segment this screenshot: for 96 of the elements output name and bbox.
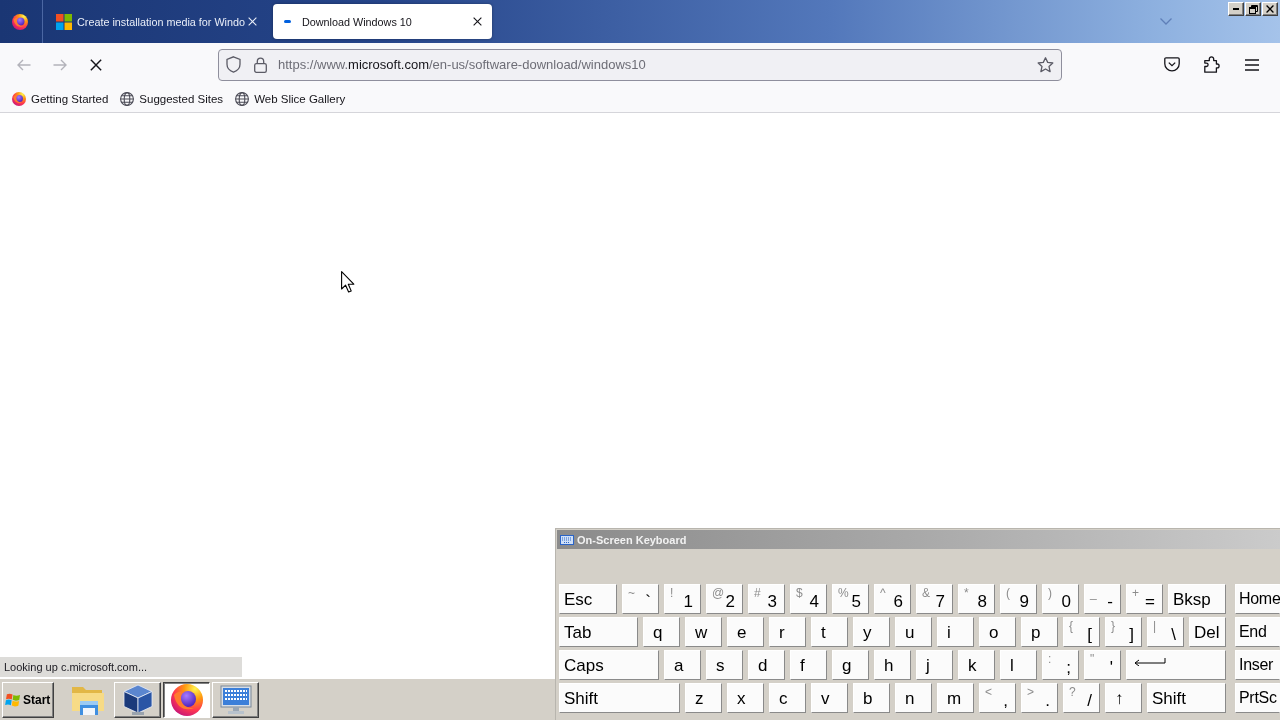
keyboard-key[interactable]: Del (1189, 617, 1226, 647)
cube-icon (122, 683, 153, 716)
keyboard-key[interactable]: < , (979, 683, 1016, 713)
keyboard-key[interactable]: | \ (1147, 617, 1184, 647)
keyboard-key[interactable]: t (811, 617, 848, 647)
keyboard-key[interactable]: " ' (1084, 650, 1121, 680)
logo-icon (170, 683, 203, 716)
keyboard-key[interactable]: o (979, 617, 1016, 647)
keyboard-key[interactable]: e (727, 617, 764, 647)
keyboard-icon (560, 534, 574, 545)
enter-arrow-icon (1134, 657, 1166, 666)
keyboard-key[interactable]: p (1021, 617, 1058, 647)
globe-icon (235, 92, 250, 106)
bookmark-item[interactable]: Getting Started (8, 88, 113, 110)
keyboard-key[interactable]: ↑ (1105, 683, 1142, 713)
keyboard-key[interactable]: + = (1126, 584, 1163, 614)
keyboard-key[interactable]: h (874, 650, 911, 680)
keyboard-key[interactable]: } ] (1105, 617, 1142, 647)
star-icon[interactable] (1037, 56, 1054, 73)
menu-icon[interactable] (1245, 58, 1259, 71)
keyboard-key[interactable]: g (832, 650, 869, 680)
cross-icon[interactable] (90, 58, 102, 71)
pocket-icon[interactable] (1164, 57, 1180, 72)
keyboard-key[interactable]: f (790, 650, 827, 680)
keyboard-key[interactable]: x (727, 683, 764, 713)
browser-tab[interactable]: Download Windows 10 (273, 4, 492, 39)
restore-icon (1248, 4, 1258, 14)
bookmark-item[interactable]: Web Slice Gallery (231, 88, 350, 110)
keyboard-key[interactable]: $ 4 (790, 584, 827, 614)
keyboard-key[interactable]: y (853, 617, 890, 647)
keyboard-key[interactable]: j (916, 650, 953, 680)
keyboard-key[interactable]: u (895, 617, 932, 647)
minimize-icon (1233, 8, 1239, 10)
taskbar-button[interactable] (163, 681, 210, 718)
puzzle-icon[interactable] (1204, 56, 1220, 73)
keyboard-key[interactable]: b (853, 683, 890, 713)
keyboard-key[interactable]: # 3 (748, 584, 785, 614)
keyboard-key[interactable]: Caps (559, 650, 659, 680)
keyboard-key[interactable]: l (1000, 650, 1037, 680)
logo-icon (12, 92, 26, 106)
close-button[interactable] (1262, 2, 1278, 16)
keyboard-key[interactable]: r (769, 617, 806, 647)
keyboard-key[interactable]: ( 9 (1000, 584, 1037, 614)
keyboard-key[interactable]: { [ (1063, 617, 1100, 647)
lock-icon[interactable] (254, 56, 267, 73)
globe-icon (120, 92, 135, 106)
keyboard-key[interactable]: % 5 (832, 584, 869, 614)
keyboard-key[interactable]: c (769, 683, 806, 713)
keyboard-key[interactable]: m (937, 683, 974, 713)
keyboard-key[interactable]: ~ ` (622, 584, 659, 614)
keyboard-key[interactable]: @2 (706, 584, 743, 614)
keyboard-key[interactable]: PrtSc (1235, 683, 1280, 713)
url-text: https://www.microsoft.com/en-us/software-download/windows10 (278, 57, 646, 72)
keyboard-key[interactable]: _ - (1084, 584, 1121, 614)
mouse-pointer-icon (341, 271, 355, 293)
keyboard-key[interactable]: > . (1021, 683, 1058, 713)
bookmark-item[interactable]: Suggested Sites (116, 88, 228, 110)
logo-icon[interactable] (11, 13, 28, 30)
keyboard-monitor-icon (219, 684, 252, 715)
browser-tab[interactable]: Create installation media for Windo (48, 4, 267, 39)
window-title: On-Screen Keyboard (577, 533, 687, 546)
minimize-button[interactable] (1228, 2, 1244, 16)
waving-flag-icon (5, 692, 21, 707)
keyboard-key[interactable]: & 7 (916, 584, 953, 614)
keyboard-key[interactable] (1126, 650, 1226, 680)
keyboard-key[interactable]: Shift (1147, 683, 1226, 713)
keyboard-key[interactable]: * 8 (958, 584, 995, 614)
keyboard-key[interactable]: w (685, 617, 722, 647)
shield-icon[interactable] (226, 56, 241, 73)
keyboard-key[interactable]: q (643, 617, 680, 647)
start-button[interactable]: Start (2, 681, 54, 718)
keyboard-key[interactable]: ^ 6 (874, 584, 911, 614)
keyboard-key[interactable]: Tab (559, 617, 638, 647)
address-field[interactable]: https://www.microsoft.com/en-us/software-download/windows10 (218, 48, 1062, 81)
keyboard-key[interactable]: n (895, 683, 932, 713)
keyboard-key[interactable]: s (706, 650, 743, 680)
keyboard-key[interactable]: ? / (1063, 683, 1100, 713)
close-icon (1266, 5, 1274, 13)
keyboard-key[interactable]: ) 0 (1042, 584, 1079, 614)
status-text: Looking up c.microsoft.com... (0, 657, 242, 677)
keyboard-key[interactable]: Esc (559, 584, 617, 614)
keyboard-key[interactable]: z (685, 683, 722, 713)
keyboard-key[interactable]: d (748, 650, 785, 680)
keyboard-key[interactable]: Home (1235, 584, 1280, 614)
keyboard-key[interactable]: i (937, 617, 974, 647)
close-icon[interactable] (473, 17, 482, 26)
keyboard-key[interactable]: : ; (1042, 650, 1079, 680)
keyboard-key[interactable]: ! 1 (664, 584, 701, 614)
keyboard-key[interactable]: Bksp (1168, 584, 1226, 614)
keyboard-key[interactable]: v (811, 683, 848, 713)
keyboard-key[interactable]: Shift (559, 683, 680, 713)
restore-button[interactable] (1245, 2, 1261, 16)
keyboard-key[interactable]: Inser (1235, 650, 1280, 680)
keyboard-key[interactable]: k (958, 650, 995, 680)
keyboard-key[interactable]: End (1235, 617, 1280, 647)
keyboard-key[interactable]: a (664, 650, 701, 680)
